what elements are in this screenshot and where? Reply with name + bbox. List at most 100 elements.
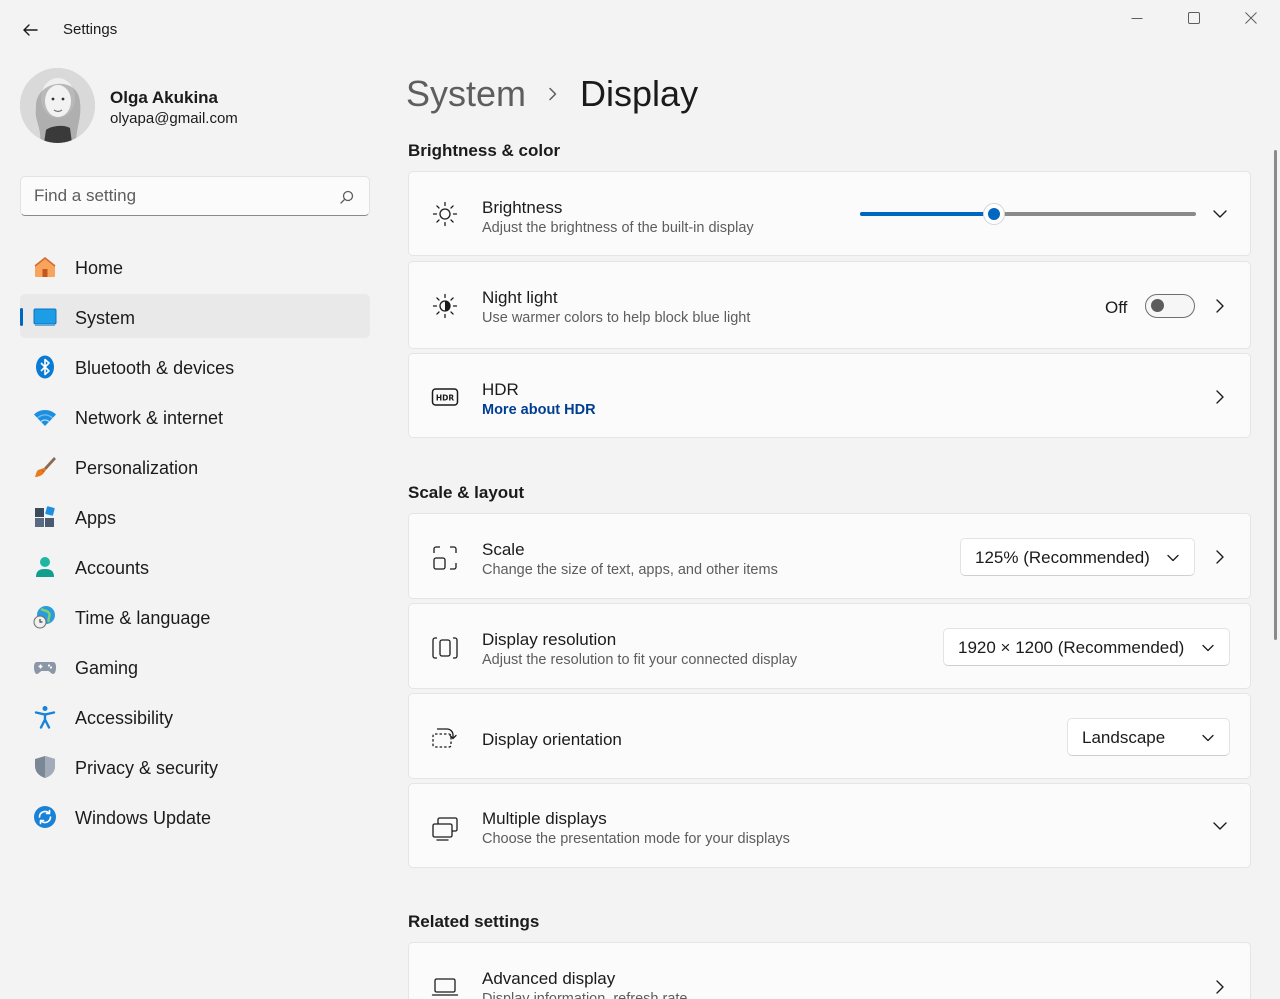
display-orientation-card[interactable]: Display orientation Landscape (408, 693, 1251, 779)
user-profile[interactable]: Olga Akukina olyapa@gmail.com (20, 68, 370, 146)
section-title-related-settings: Related settings (408, 912, 540, 931)
night-light-toggle[interactable] (1145, 294, 1195, 318)
multiple-displays-title: Multiple displays (482, 809, 607, 828)
bluetooth-icon (36, 355, 54, 379)
sidebar-item-label: Bluetooth & devices (75, 358, 235, 378)
back-button[interactable] (18, 18, 42, 42)
orientation-title: Display orientation (482, 730, 622, 749)
multiple-displays-card[interactable]: Multiple displays Choose the presentatio… (408, 783, 1251, 868)
title-bar: Settings (0, 0, 1280, 60)
chevron-down-icon[interactable] (1212, 818, 1228, 834)
chevron-right-icon (546, 87, 560, 101)
orientation-dropdown-value: Landscape (1082, 728, 1166, 747)
brush-icon (35, 457, 56, 477)
breadcrumb: System Display (406, 72, 698, 116)
advanced-display-card[interactable]: Advanced display Display information, re… (408, 942, 1251, 999)
svg-text:HDR: HDR (436, 394, 455, 403)
night-light-subtitle: Use warmer colors to help block blue lig… (482, 310, 751, 326)
sidebar-item-bluetooth[interactable]: Bluetooth & devices (20, 344, 370, 388)
night-light-card[interactable]: Night light Use warmer colors to help bl… (408, 261, 1251, 349)
sidebar-item-time-language[interactable]: Time & language (20, 594, 370, 638)
sidebar-item-windows-update[interactable]: Windows Update (20, 794, 370, 838)
breadcrumb-parent[interactable]: System (406, 73, 526, 115)
chevron-right-icon[interactable] (1212, 389, 1228, 405)
update-icon (34, 806, 56, 828)
accessibility-icon (34, 706, 56, 729)
chevron-down-icon (1202, 644, 1214, 652)
display-resolution-card[interactable]: Display resolution Adjust the resolution… (408, 603, 1251, 689)
chevron-right-icon[interactable] (1212, 298, 1228, 314)
shield-icon (35, 756, 55, 778)
search-icon[interactable] (339, 189, 355, 205)
orientation-icon (432, 728, 457, 748)
sidebar-item-label: Home (75, 258, 124, 278)
sidebar-item-personalization[interactable]: Personalization (20, 444, 370, 488)
advanced-display-title: Advanced display (482, 969, 616, 988)
advanced-display-subtitle: Display information, refresh rate (482, 991, 688, 999)
brightness-title: Brightness (482, 198, 563, 217)
resolution-title: Display resolution (482, 630, 617, 649)
brightness-subtitle: Adjust the brightness of the built-in di… (482, 220, 754, 236)
avatar (20, 68, 95, 143)
minimize-button[interactable] (1117, 8, 1157, 28)
sidebar-item-accounts[interactable]: Accounts (20, 544, 370, 588)
hdr-more-link[interactable]: More about HDR (482, 402, 596, 418)
chevron-down-icon[interactable] (1212, 206, 1228, 222)
app-title: Settings (63, 21, 118, 38)
sun-icon (432, 201, 458, 227)
sidebar-item-privacy-security[interactable]: Privacy & security (20, 744, 370, 788)
scale-dropdown[interactable]: 125% (Recommended) (960, 538, 1195, 576)
multiple-displays-subtitle: Choose the presentation mode for your di… (482, 831, 790, 847)
sidebar-item-label: Gaming (75, 658, 139, 678)
search-input[interactable] (34, 186, 324, 206)
wifi-icon (34, 410, 56, 426)
chevron-right-icon[interactable] (1212, 979, 1228, 995)
sidebar-item-label: Accessibility (75, 708, 174, 728)
close-icon (1245, 12, 1257, 24)
sidebar-item-apps[interactable]: Apps (20, 494, 370, 538)
brightness-card[interactable]: Brightness Adjust the brightness of the … (408, 171, 1251, 256)
multiple-displays-icon (432, 817, 458, 841)
scrollbar[interactable] (1274, 150, 1277, 640)
hdr-card[interactable]: HDR HDR More about HDR (408, 353, 1251, 438)
sidebar-item-home[interactable]: Home (20, 244, 370, 288)
apps-icon (35, 506, 55, 527)
resolution-dropdown[interactable]: 1920 × 1200 (Recommended) (943, 628, 1230, 666)
maximize-icon (1188, 12, 1200, 24)
sidebar-item-label: Windows Update (75, 808, 212, 828)
resolution-subtitle: Adjust the resolution to fit your connec… (482, 652, 798, 668)
page-title: Display (580, 73, 699, 114)
resolution-icon (432, 637, 458, 659)
home-icon (34, 256, 56, 277)
chevron-right-icon[interactable] (1212, 549, 1228, 565)
brightness-slider-thumb[interactable] (983, 203, 1005, 225)
profile-name: Olga Akukina (110, 88, 219, 107)
profile-email: olyapa@gmail.com (110, 110, 238, 127)
night-light-icon (432, 293, 458, 319)
orientation-dropdown[interactable]: Landscape (1067, 718, 1230, 756)
section-title-scale-layout: Scale & layout (408, 483, 525, 502)
laptop-icon (431, 978, 459, 996)
scale-card[interactable]: Scale Change the size of text, apps, and… (408, 513, 1251, 599)
chevron-down-icon (1167, 554, 1179, 562)
maximize-button[interactable] (1174, 8, 1214, 28)
sidebar-nav: Home System Bluetooth & devices Network … (20, 244, 370, 844)
sidebar-item-gaming[interactable]: Gaming (20, 644, 370, 688)
sidebar-item-label: Time & language (75, 608, 211, 628)
sidebar-item-network[interactable]: Network & internet (20, 394, 370, 438)
section-title-brightness-color: Brightness & color (408, 141, 561, 160)
search-box[interactable] (20, 176, 370, 216)
scale-icon (433, 546, 457, 570)
sidebar-item-label: Network & internet (75, 408, 224, 428)
night-light-state-label: Off (1105, 298, 1128, 317)
hdr-icon: HDR (431, 388, 459, 406)
person-icon (36, 557, 54, 577)
hdr-title: HDR (482, 380, 519, 399)
toggle-knob (1151, 299, 1164, 312)
sidebar-item-label: Privacy & security (75, 758, 219, 778)
brightness-slider[interactable] (860, 203, 1196, 225)
sidebar-item-system[interactable]: System (20, 294, 370, 338)
chevron-down-icon (1202, 734, 1214, 742)
sidebar-item-accessibility[interactable]: Accessibility (20, 694, 370, 738)
close-button[interactable] (1231, 8, 1271, 28)
